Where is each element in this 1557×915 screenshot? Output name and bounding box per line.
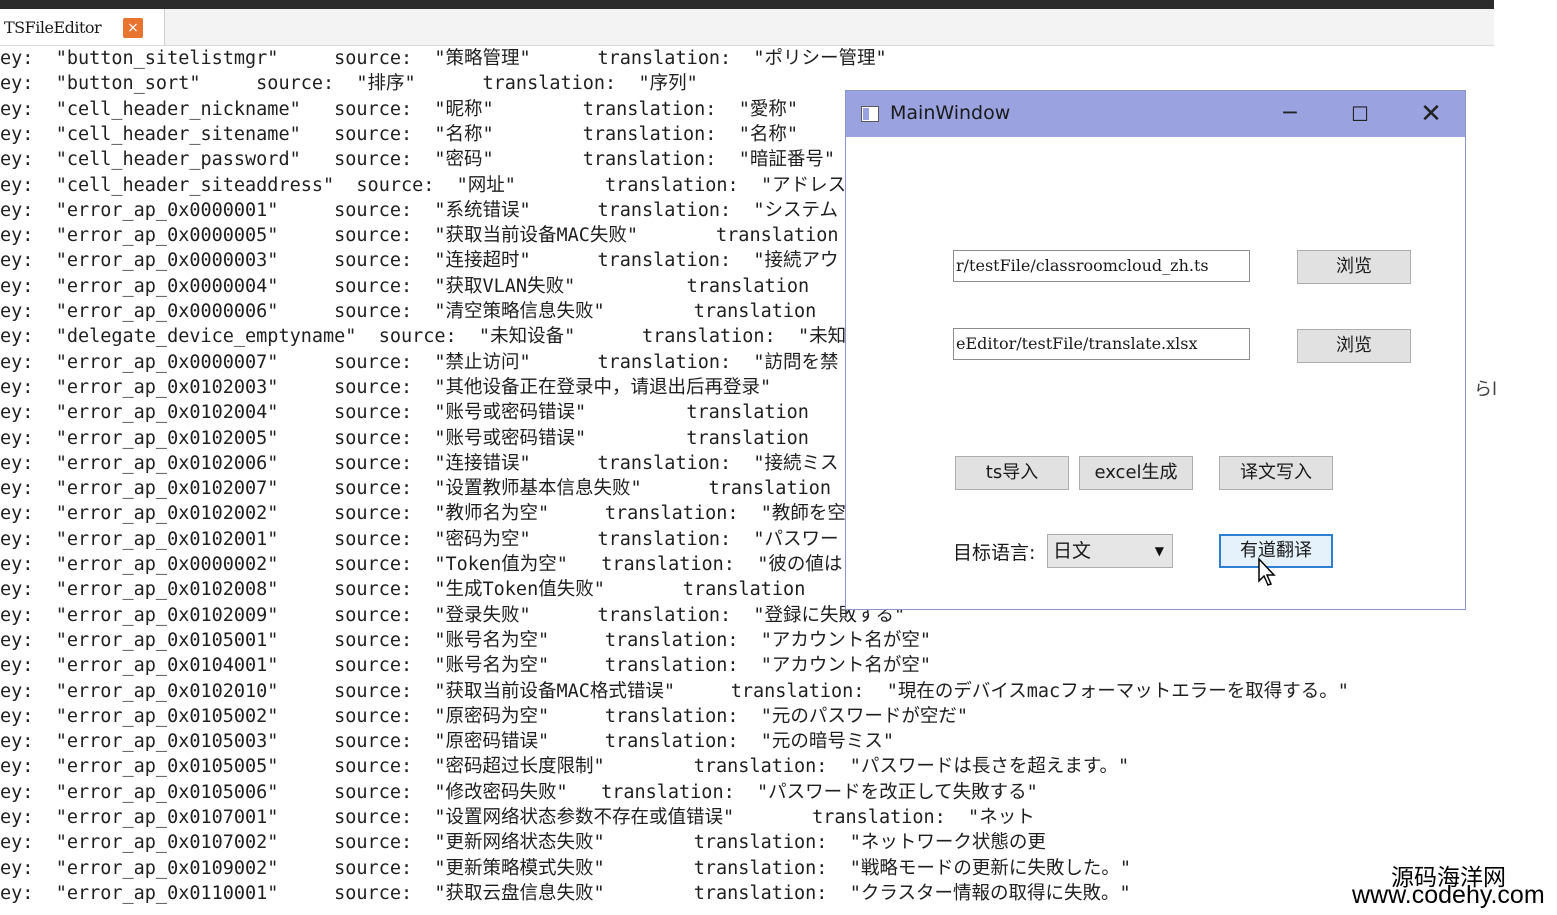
- log-line: ey: "delegate_device_emptyname" source: …: [0, 326, 884, 348]
- write-translation-button[interactable]: 译文写入: [1219, 456, 1333, 490]
- log-line: ey: "error_ap_0x0000003" source: "连接超时" …: [0, 250, 839, 272]
- main-window: MainWindow ─ ☐ ✕ r/testFile/classroomclo…: [845, 90, 1466, 610]
- log-line: ey: "error_ap_0x0105006" source: "修改密码失败…: [0, 781, 1038, 803]
- log-line: ey: "cell_header_siteaddress" source: "网…: [0, 174, 858, 196]
- log-line: ey: "button_sort" source: "排序" translati…: [0, 73, 698, 95]
- log-line: ey: "error_ap_0x0102001" source: "密码为空" …: [0, 528, 839, 550]
- window-title: MainWindow: [890, 102, 1011, 124]
- log-line: ey: "error_ap_0x0102006" source: "连接错误" …: [0, 452, 839, 474]
- target-language-select[interactable]: 日文 ▼: [1047, 534, 1173, 568]
- log-line: ey: "error_ap_0x0000002" source: "Token值…: [0, 554, 843, 575]
- log-line: ey: "error_ap_0x0102009" source: "登录失败" …: [0, 604, 906, 626]
- log-line: ey: "error_ap_0x0105005" source: "密码超过长度…: [0, 756, 1130, 778]
- log-line: ey: "error_ap_0x0000005" source: "获取当前设备…: [0, 225, 839, 247]
- log-line: ey: "error_ap_0x0110001" source: "获取云盘信息…: [0, 882, 1131, 904]
- dropdown-arrow-icon: ▼: [1154, 544, 1164, 558]
- close-icon[interactable]: ✕: [1407, 97, 1455, 131]
- target-language-label: 目标语言:: [953, 542, 1036, 564]
- log-line: ey: "cell_header_password" source: "密码" …: [0, 149, 835, 171]
- log-line: ey: "error_ap_0x0105003" source: "原密码错误"…: [0, 731, 895, 753]
- log-line: ey: "cell_header_sitename" source: "名称" …: [0, 123, 798, 145]
- log-line: ey: "error_ap_0x0102005" source: "账号或密码错…: [0, 427, 809, 449]
- log-line: ey: "error_ap_0x0102008" source: "生成Toke…: [0, 579, 806, 601]
- log-line: ey: "error_ap_0x0102010" source: "获取当前设备…: [0, 680, 1349, 702]
- browse-xlsx-button[interactable]: 浏览: [1297, 329, 1411, 363]
- ts-path-input[interactable]: r/testFile/classroomcloud_zh.ts: [953, 250, 1250, 282]
- maximize-icon[interactable]: ☐: [1336, 97, 1384, 131]
- stray-text: らl: [1474, 379, 1498, 400]
- top-dark-bar: [0, 0, 1494, 9]
- excel-generate-button[interactable]: excel生成: [1079, 456, 1193, 490]
- ts-import-button[interactable]: ts导入: [955, 456, 1069, 490]
- log-line: ey: "error_ap_0x0000004" source: "获取VLAN…: [0, 275, 810, 297]
- log-line: ey: "cell_header_nickname" source: "昵称" …: [0, 98, 798, 120]
- log-line: ey: "error_ap_0x0000001" source: "系统错误" …: [0, 199, 838, 221]
- log-line: ey: "error_ap_0x0109002" source: "更新策略模式…: [0, 857, 1131, 879]
- log-line: ey: "error_ap_0x0102007" source: "设置教师基本…: [0, 478, 832, 500]
- browse-ts-button[interactable]: 浏览: [1297, 250, 1411, 284]
- log-line: ey: "button_sitelistmgr" source: "策略管理" …: [0, 48, 887, 69]
- tab-close-icon[interactable]: ×: [123, 18, 143, 38]
- log-line: ey: "error_ap_0x0102002" source: "教师名为空"…: [0, 503, 846, 525]
- log-line: ey: "error_ap_0x0107002" source: "更新网络状态…: [0, 832, 1046, 854]
- log-line: ey: "error_ap_0x0107001" source: "设置网络状态…: [0, 807, 1035, 828]
- window-titlebar[interactable]: MainWindow ─ ☐ ✕: [846, 91, 1465, 137]
- log-line: ey: "error_ap_0x0104001" source: "账号名为空"…: [0, 655, 932, 677]
- target-language-value: 日文: [1053, 540, 1092, 562]
- tab-strip: TSFileEditor ×: [0, 9, 1494, 46]
- log-line: ey: "error_ap_0x0105002" source: "原密码为空"…: [0, 705, 969, 727]
- tab-label: TSFileEditor: [4, 18, 102, 37]
- mouse-pointer-icon: [1258, 557, 1276, 586]
- log-line: ey: "error_ap_0x0102004" source: "账号或密码错…: [0, 402, 809, 424]
- watermark-url: www.codehy.com: [1352, 881, 1545, 909]
- xlsx-path-input[interactable]: eEditor/testFile/translate.xlsx: [953, 328, 1250, 360]
- tab-tsfileeditor[interactable]: TSFileEditor ×: [0, 9, 165, 45]
- log-line: ey: "error_ap_0x0000006" source: "清空策略信息…: [0, 301, 817, 322]
- log-line: ey: "error_ap_0x0105001" source: "账号名为空"…: [0, 629, 932, 651]
- app-window-icon: [861, 106, 879, 122]
- minimize-icon[interactable]: ─: [1266, 97, 1314, 131]
- log-line: ey: "error_ap_0x0102003" source: "其他设备正在…: [0, 376, 772, 398]
- log-line: ey: "error_ap_0x0000007" source: "禁止访问" …: [0, 351, 839, 373]
